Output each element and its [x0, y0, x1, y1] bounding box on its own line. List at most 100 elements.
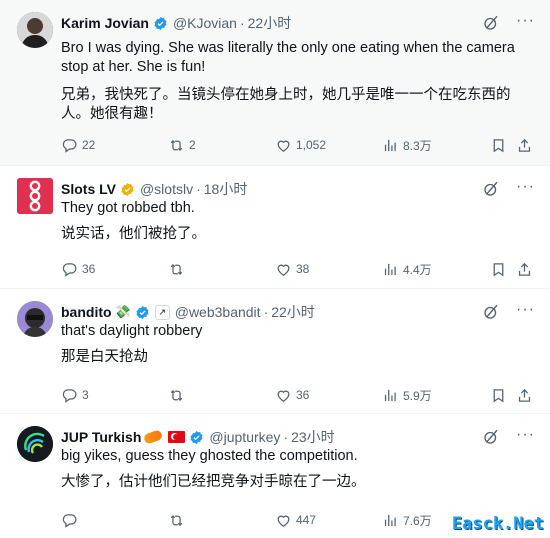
reply-count: 3: [82, 388, 89, 402]
repost-icon: [168, 387, 185, 404]
views-button[interactable]: 4.4万: [382, 261, 432, 278]
avatar[interactable]: [17, 178, 53, 214]
reply-button[interactable]: [61, 512, 82, 529]
like-count: 447: [296, 513, 317, 527]
pill-emoji-icon: [143, 429, 164, 445]
bookmark-icon: [490, 387, 507, 404]
bookmark-button[interactable]: [490, 261, 507, 278]
reply-icon: [61, 261, 78, 278]
handle[interactable]: @KJovian: [173, 15, 237, 31]
repost-button[interactable]: 2: [168, 137, 196, 154]
reply-button[interactable]: 3: [61, 387, 89, 404]
tweet-text: Bro I was dying. She was literally the o…: [61, 39, 534, 124]
display-name[interactable]: Slots LV: [61, 181, 116, 197]
action-bar: 3 36 5.9万: [61, 384, 534, 406]
tweet-text: that's daylight robbery 那是白天抢劫: [61, 322, 534, 367]
grok-icon[interactable]: [482, 14, 500, 32]
views-chart-icon: [382, 261, 399, 278]
verified-badge-icon: [153, 16, 168, 31]
tweet-text-original: They got robbed tbh.: [61, 200, 195, 216]
heart-icon: [275, 512, 292, 529]
timestamp[interactable]: 18小时: [204, 179, 248, 199]
tweet-header: Karim Jovian @KJovian · 22小时 ···: [61, 12, 534, 34]
more-options-icon[interactable]: ···: [516, 13, 534, 32]
like-button[interactable]: 447: [275, 512, 316, 529]
separator: ·: [239, 15, 245, 31]
bookmark-button[interactable]: [490, 137, 507, 154]
grok-icon[interactable]: [482, 180, 500, 198]
repost-button[interactable]: [168, 261, 189, 278]
share-icon: [516, 261, 533, 278]
like-button[interactable]: 1,052: [275, 137, 326, 154]
share-button[interactable]: [516, 261, 533, 278]
handle[interactable]: @jupturkey: [209, 429, 280, 445]
reply-button[interactable]: 22: [61, 137, 95, 154]
tweet-header: JUP Turkish @jupturkey · 23小时 ···: [61, 426, 534, 448]
views-button[interactable]: 8.3万: [382, 137, 432, 154]
tweet-karim-jovian[interactable]: Karim Jovian @KJovian · 22小时 ··· Bro I w…: [0, 0, 550, 166]
watermark: Easck.Net: [451, 514, 544, 534]
more-options-icon[interactable]: ···: [516, 179, 534, 198]
timestamp[interactable]: 22小时: [248, 13, 292, 33]
view-count: 7.6万: [403, 513, 432, 528]
reply-count: 22: [82, 138, 96, 152]
avatar[interactable]: [17, 426, 53, 462]
like-count: 36: [296, 388, 310, 402]
bookmark-button[interactable]: [490, 387, 507, 404]
tweet-text-translation: 兄弟，我快死了。当镜头停在她身上时，她几乎是唯一一个在吃东西的人。她很有趣！: [61, 87, 511, 122]
verified-gold-badge-icon: [120, 182, 135, 197]
reply-count: 36: [82, 262, 96, 276]
more-options-icon[interactable]: ···: [516, 427, 534, 446]
display-name[interactable]: Karim Jovian: [61, 15, 149, 31]
reply-icon: [61, 512, 78, 529]
heart-icon: [275, 137, 292, 154]
separator: ·: [283, 429, 289, 445]
display-name[interactable]: JUP Turkish: [61, 429, 141, 445]
share-icon: [516, 137, 533, 154]
timestamp[interactable]: 22小时: [271, 302, 315, 322]
separator: ·: [196, 181, 201, 197]
reply-button[interactable]: 36: [61, 261, 95, 278]
bookmark-icon: [490, 261, 507, 278]
tweet-text: big yikes, guess they ghosted the compet…: [61, 447, 534, 492]
turkey-flag-icon: [168, 431, 186, 443]
avatar[interactable]: [17, 12, 53, 48]
like-button[interactable]: 38: [275, 261, 309, 278]
affiliate-badge-icon: ↗: [154, 304, 170, 320]
like-count: 1,052: [296, 138, 327, 152]
handle[interactable]: @web3bandit: [175, 304, 261, 320]
like-count: 38: [296, 262, 310, 276]
heart-icon: [275, 387, 292, 404]
share-button[interactable]: [516, 387, 533, 404]
tweet-text-translation: 那是白天抢劫: [61, 349, 148, 365]
reply-icon: [61, 387, 78, 404]
view-count: 8.3万: [403, 138, 432, 153]
view-count: 5.9万: [403, 388, 432, 403]
repost-button[interactable]: [168, 512, 189, 529]
repost-button[interactable]: [168, 387, 189, 404]
tweet-text-original: that's daylight robbery: [61, 323, 203, 339]
action-bar: 36 38 4.4万: [61, 258, 534, 280]
views-chart-icon: [382, 512, 399, 529]
views-chart-icon: [382, 137, 399, 154]
handle[interactable]: @slotslv: [140, 181, 193, 197]
tweet-text-original: big yikes, guess they ghosted the compet…: [61, 448, 358, 464]
display-name[interactable]: bandito: [61, 304, 112, 320]
share-button[interactable]: [516, 137, 533, 154]
views-button[interactable]: 5.9万: [382, 387, 432, 404]
verified-badge-icon: [189, 430, 204, 445]
more-options-icon[interactable]: ···: [516, 302, 534, 321]
timestamp[interactable]: 23小时: [291, 427, 335, 447]
tweet-text-translation: 说实话，他们被抢了。: [61, 226, 206, 242]
grok-icon[interactable]: [482, 428, 500, 446]
avatar[interactable]: [17, 301, 53, 337]
share-icon: [516, 387, 533, 404]
tweet-bandito[interactable]: bandito 💸 ↗ @web3bandit · 22小时 ··· that'…: [0, 289, 550, 414]
reply-icon: [61, 137, 78, 154]
action-bar: 22 2 1,052 8.3万: [61, 134, 534, 156]
grok-icon[interactable]: [482, 303, 500, 321]
tweet-slots-lv[interactable]: Slots LV @slotslv · 18小时 ··· They got ro…: [0, 166, 550, 289]
like-button[interactable]: 36: [275, 387, 309, 404]
repost-icon: [168, 137, 185, 154]
views-button[interactable]: 7.6万: [382, 512, 432, 529]
